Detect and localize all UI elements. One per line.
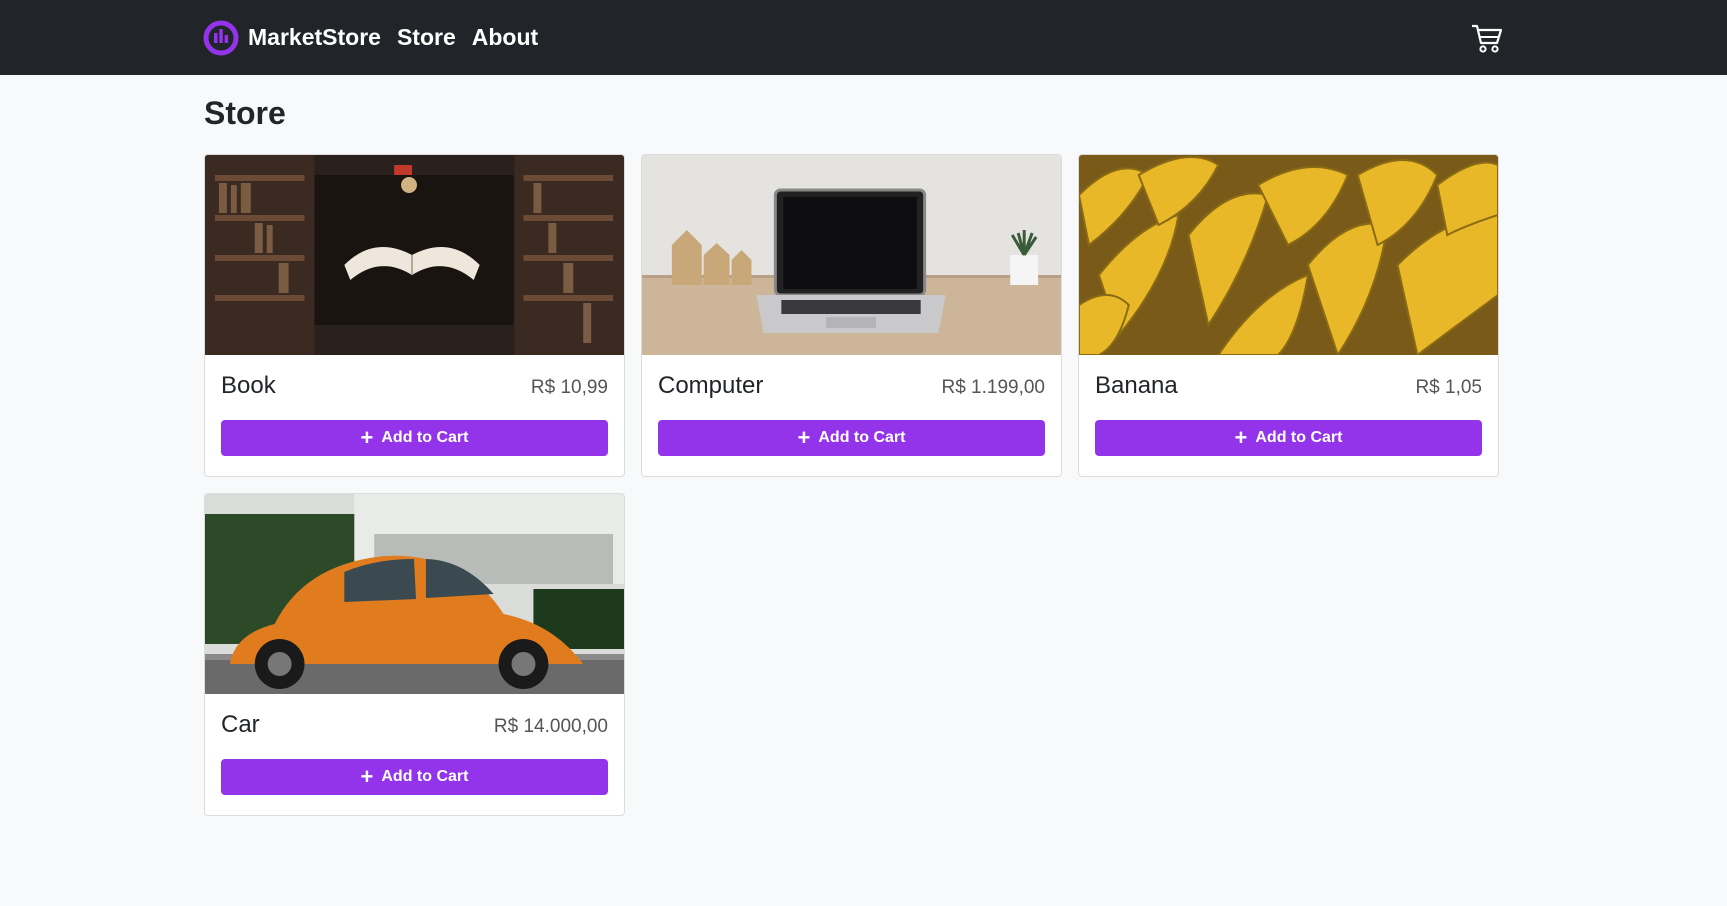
main-content: Store Book R$ 10,99 + Add to Cart Comput…: [204, 75, 1500, 816]
product-image-banana: [1079, 155, 1498, 355]
cart-button[interactable]: [1470, 21, 1504, 55]
product-card-book: Book R$ 10,99 + Add to Cart: [204, 154, 625, 477]
product-image-computer: [642, 155, 1061, 355]
product-card-car: Car R$ 14.000,00 + Add to Cart: [204, 493, 625, 816]
add-to-cart-label: Add to Cart: [818, 429, 906, 446]
product-image-book: [205, 155, 624, 355]
add-to-cart-label: Add to Cart: [1255, 429, 1343, 446]
product-image-car: [205, 494, 624, 694]
navbar: MarketStore Store About: [0, 0, 1727, 75]
brand-logo-icon: [203, 20, 239, 55]
add-to-cart-button[interactable]: + Add to Cart: [1095, 420, 1482, 456]
product-name: Book: [221, 372, 276, 399]
product-price: R$ 10,99: [530, 377, 608, 398]
product-card-banana: Banana R$ 1,05 + Add to Cart: [1078, 154, 1499, 477]
product-price: R$ 1.199,00: [941, 377, 1045, 398]
plus-icon: +: [1234, 425, 1248, 450]
product-name: Computer: [658, 372, 764, 399]
product-card-computer: Computer R$ 1.199,00 + Add to Cart: [641, 154, 1062, 477]
add-to-cart-label: Add to Cart: [381, 768, 469, 785]
product-name: Car: [221, 711, 260, 738]
add-to-cart-button[interactable]: + Add to Cart: [221, 420, 608, 456]
add-to-cart-button[interactable]: + Add to Cart: [658, 420, 1045, 456]
nav-link-about[interactable]: About: [472, 24, 538, 51]
plus-icon: +: [797, 425, 811, 450]
product-price: R$ 1,05: [1415, 377, 1482, 398]
add-to-cart-label: Add to Cart: [381, 429, 469, 446]
shopping-cart-icon: [1472, 24, 1503, 53]
brand-link[interactable]: MarketStore: [203, 20, 381, 56]
plus-icon: +: [360, 764, 374, 789]
page-title: Store: [204, 95, 286, 131]
product-price: R$ 14.000,00: [493, 716, 608, 737]
navbar-inner: MarketStore Store About: [203, 0, 1504, 75]
plus-icon: +: [360, 425, 374, 450]
nav-link-store[interactable]: Store: [397, 24, 456, 51]
brand-name: MarketStore: [248, 24, 381, 50]
product-name: Banana: [1095, 372, 1178, 399]
add-to-cart-button[interactable]: + Add to Cart: [221, 759, 608, 795]
product-grid: Book R$ 10,99 + Add to Cart Computer R$ …: [204, 154, 1500, 816]
